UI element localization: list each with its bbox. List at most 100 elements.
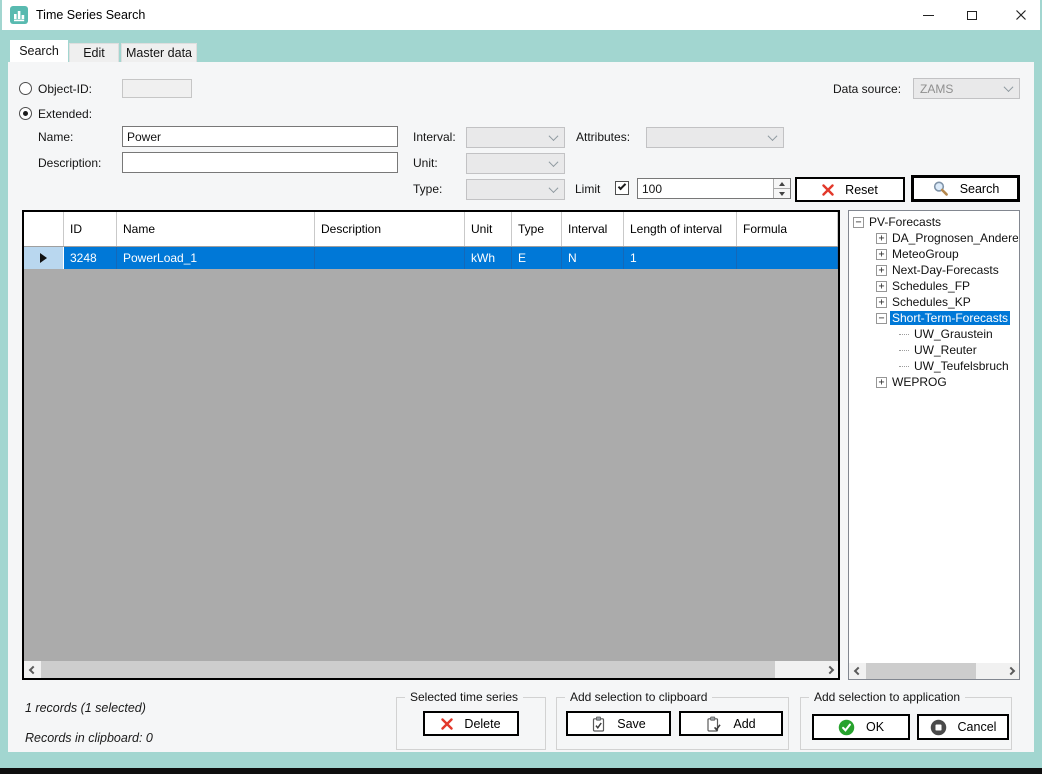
column-header-formula[interactable]: Formula — [737, 212, 838, 246]
delete-button[interactable]: Delete — [423, 711, 519, 736]
tree-horizontal-scrollbar[interactable] — [849, 663, 1019, 679]
tree-node-label[interactable]: Short-Term-Forecasts — [890, 311, 1010, 325]
table-header: IDNameDescriptionUnitTypeIntervalLength … — [24, 212, 838, 247]
tree-node-da-prognosen-andere-[interactable]: +DA_Prognosen_Andere_ — [851, 230, 1018, 246]
column-header-interval[interactable]: Interval — [562, 212, 624, 246]
ok-button[interactable]: OK — [812, 714, 910, 740]
tree-node-uw-reuter[interactable]: UW_Reuter — [851, 342, 1018, 358]
tree-node-label[interactable]: Schedules_KP — [890, 295, 973, 309]
type-label: Type: — [413, 182, 442, 196]
tree-node-short-term-forecasts[interactable]: −Short-Term-Forecasts — [851, 310, 1018, 326]
column-header-type[interactable]: Type — [512, 212, 562, 246]
save-button-label: Save — [617, 717, 646, 731]
save-button[interactable]: Save — [566, 711, 671, 736]
tree-node-label[interactable]: UW_Teufelsbruch — [912, 359, 1011, 373]
tree-node-label[interactable]: DA_Prognosen_Andere_ — [890, 231, 1018, 245]
attributes-select[interactable] — [646, 127, 784, 148]
unit-select[interactable] — [466, 153, 565, 174]
chevron-down-icon — [549, 183, 559, 193]
tree-node-label[interactable]: MeteoGroup — [890, 247, 961, 261]
limit-spinner[interactable]: 100 — [637, 178, 791, 199]
tree-node-label[interactable]: WEPROG — [890, 375, 949, 389]
collapse-icon[interactable]: − — [853, 217, 864, 228]
close-button[interactable] — [999, 0, 1042, 30]
tree-node-next-day-forecasts[interactable]: +Next-Day-Forecasts — [851, 262, 1018, 278]
spinner-down-button[interactable] — [774, 189, 790, 198]
cell-type[interactable]: E — [512, 247, 562, 269]
name-input[interactable] — [122, 126, 398, 147]
expand-icon[interactable]: + — [876, 377, 887, 388]
tree-node-uw-teufelsbruch[interactable]: UW_Teufelsbruch — [851, 358, 1018, 374]
title-bar[interactable]: Time Series Search — [0, 0, 1042, 30]
extended-radio[interactable] — [19, 107, 32, 120]
clipboard-add-icon — [706, 716, 722, 732]
spinner-up-button[interactable] — [774, 179, 790, 189]
results-table: IDNameDescriptionUnitTypeIntervalLength … — [22, 210, 840, 680]
window-frame-left — [0, 62, 8, 752]
chevron-down-icon — [549, 131, 559, 141]
bar-chart-icon — [10, 6, 28, 24]
tree-node-schedules-fp[interactable]: +Schedules_FP — [851, 278, 1018, 294]
scrollbar-thumb[interactable] — [41, 661, 775, 678]
scroll-right-button[interactable] — [1002, 663, 1019, 679]
tree-node-label[interactable]: UW_Graustein — [912, 327, 995, 341]
row-selector-cell[interactable] — [24, 247, 64, 269]
tree-node-schedules-kp[interactable]: +Schedules_KP — [851, 294, 1018, 310]
column-header-id[interactable]: ID — [64, 212, 117, 246]
reset-button[interactable]: Reset — [795, 177, 905, 202]
tree-node-meteogroup[interactable]: +MeteoGroup — [851, 246, 1018, 262]
scroll-right-button[interactable] — [821, 661, 838, 678]
table-row[interactable]: 3248PowerLoad_1 kWhEN1 — [24, 247, 838, 269]
search-button[interactable]: Search — [911, 175, 1020, 202]
tree-node-label[interactable]: Next-Day-Forecasts — [890, 263, 1001, 277]
cell-interval[interactable]: N — [562, 247, 624, 269]
expand-icon[interactable]: + — [876, 297, 887, 308]
add-button[interactable]: Add — [679, 711, 783, 736]
cell-unit[interactable]: kWh — [465, 247, 512, 269]
tree-node-pv-forecasts[interactable]: −PV-Forecasts — [851, 214, 1018, 230]
maximize-button[interactable] — [950, 0, 994, 30]
cell-name[interactable]: PowerLoad_1 — [117, 247, 315, 269]
column-header-selector[interactable] — [24, 212, 64, 246]
object-id-radio[interactable] — [19, 82, 32, 95]
tab-search[interactable]: Search — [10, 40, 68, 62]
tab-master-data[interactable]: Master data — [121, 43, 197, 62]
tree-node-uw-graustein[interactable]: UW_Graustein — [851, 326, 1018, 342]
description-input[interactable] — [122, 152, 398, 173]
expand-icon[interactable]: + — [876, 233, 887, 244]
scrollbar-thumb[interactable] — [866, 663, 976, 679]
clipboard-status: Records in clipboard: 0 — [25, 731, 153, 745]
type-select[interactable] — [466, 179, 565, 200]
tree-node-label[interactable]: UW_Reuter — [912, 343, 979, 357]
cell-formula[interactable] — [737, 247, 838, 269]
tree-node-label[interactable]: PV-Forecasts — [867, 215, 943, 229]
interval-select[interactable] — [466, 127, 565, 148]
expand-icon[interactable]: + — [876, 265, 887, 276]
tab-edit[interactable]: Edit — [69, 43, 119, 62]
minimize-icon — [923, 15, 934, 16]
cell-length-of-interval[interactable]: 1 — [624, 247, 737, 269]
reset-button-label: Reset — [845, 183, 878, 197]
cell-id[interactable]: 3248 — [64, 247, 117, 269]
column-header-length-of-interval[interactable]: Length of interval — [624, 212, 737, 246]
tree-node-label[interactable]: Schedules_FP — [890, 279, 972, 293]
magnifier-icon — [932, 180, 949, 197]
column-header-name[interactable]: Name — [117, 212, 315, 246]
minimize-button[interactable] — [906, 0, 950, 30]
green-check-circle-icon — [838, 719, 855, 736]
expand-icon[interactable]: + — [876, 281, 887, 292]
expand-icon[interactable]: + — [876, 249, 887, 260]
data-source-select[interactable]: ZAMS — [913, 78, 1020, 99]
cancel-button[interactable]: Cancel — [917, 714, 1009, 740]
cell-description[interactable] — [315, 247, 465, 269]
collapse-icon[interactable]: − — [876, 313, 887, 324]
tree-node-weprog[interactable]: +WEPROG — [851, 374, 1018, 390]
column-header-description[interactable]: Description — [315, 212, 465, 246]
table-horizontal-scrollbar[interactable] — [24, 661, 838, 678]
scroll-left-button[interactable] — [24, 661, 41, 678]
group-title: Add selection to clipboard — [565, 690, 712, 704]
scroll-left-button[interactable] — [849, 663, 866, 679]
column-header-unit[interactable]: Unit — [465, 212, 512, 246]
object-id-input[interactable] — [122, 79, 192, 98]
limit-checkbox[interactable] — [615, 181, 629, 195]
